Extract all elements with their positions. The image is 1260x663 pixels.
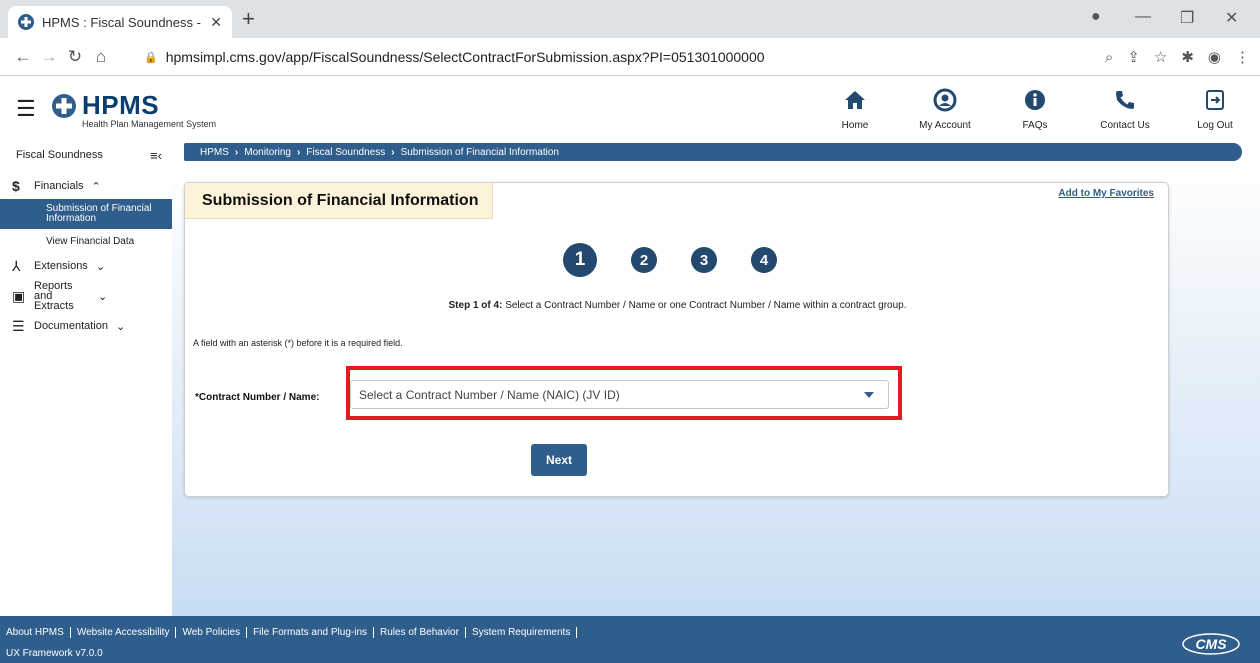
sidebar-item-financials[interactable]: $ Financials ⌃ bbox=[0, 173, 172, 199]
dropdown-caret-icon bbox=[864, 392, 874, 398]
browser-tab[interactable]: HPMS : Fiscal Soundness - Subm ✕ bbox=[8, 6, 232, 38]
step-text: Select a Contract Number / Name or one C… bbox=[502, 300, 907, 311]
list-icon: ☰ bbox=[12, 317, 25, 334]
nav-log-out[interactable]: Log Out bbox=[1170, 76, 1260, 141]
zoom-icon[interactable]: ⌕ bbox=[1105, 49, 1113, 66]
required-field-note: A field with an asterisk (*) before it i… bbox=[193, 338, 403, 348]
contract-select[interactable]: Select a Contract Number / Name (NAIC) (… bbox=[350, 380, 889, 409]
minimize-icon[interactable]: — bbox=[1135, 8, 1151, 26]
nav-my-account[interactable]: My Account bbox=[900, 76, 990, 141]
chevron-right-icon: › bbox=[296, 146, 301, 158]
step-4: 4 bbox=[751, 247, 777, 273]
footer-link-accessibility[interactable]: Website Accessibility bbox=[71, 627, 177, 638]
breadcrumb-current: Submission of Financial Information bbox=[400, 146, 559, 158]
clipboard-icon: ▣ bbox=[12, 287, 26, 304]
step-3: 3 bbox=[691, 247, 717, 273]
step-description: Step 1 of 4: Select a Contract Number / … bbox=[185, 300, 1170, 311]
address-bar: ← → ↻ ⌂ 🔒 hpmsimpl.cms.gov/app/FiscalSou… bbox=[0, 38, 1260, 76]
back-icon[interactable]: ← bbox=[10, 47, 36, 67]
framework-version: UX Framework v7.0.0 bbox=[6, 648, 103, 659]
chevron-down-icon: ⌄ bbox=[98, 290, 108, 303]
logo-subtitle: Health Plan Management System bbox=[82, 119, 217, 129]
contract-select-value: Select a Contract Number / Name (NAIC) (… bbox=[359, 387, 620, 402]
submission-panel: Submission of Financial Information Add … bbox=[184, 182, 1169, 497]
extensions-puzzle-icon[interactable]: ✱ bbox=[1181, 48, 1194, 66]
phone-icon bbox=[1116, 91, 1134, 109]
window-close-icon[interactable]: ✕ bbox=[1225, 8, 1238, 28]
cms-logo-text: CMS bbox=[1195, 636, 1227, 652]
breadcrumb-monitoring[interactable]: Monitoring bbox=[244, 147, 291, 158]
step-1: 1 bbox=[563, 243, 597, 277]
page-title: Submission of Financial Information bbox=[185, 183, 493, 219]
step-2: 2 bbox=[631, 247, 657, 273]
browser-tab-bar: HPMS : Fiscal Soundness - Subm ✕ + ● — ❐… bbox=[0, 0, 1260, 38]
sidebar-item-extensions[interactable]: ⅄ Extensions ⌄ bbox=[0, 253, 172, 279]
new-tab-icon[interactable]: + bbox=[242, 6, 255, 32]
breadcrumb-fiscal-soundness[interactable]: Fiscal Soundness bbox=[306, 147, 385, 158]
footer-link-file-formats[interactable]: File Formats and Plug-ins bbox=[247, 627, 375, 638]
share-icon[interactable]: ⇪ bbox=[1127, 48, 1140, 66]
chevron-right-icon: › bbox=[391, 146, 395, 158]
tab-title: HPMS : Fiscal Soundness - Subm bbox=[42, 14, 204, 30]
sidebar-subitem-view-data[interactable]: View Financial Data bbox=[0, 229, 172, 253]
footer: About HPMS Website Accessibility Web Pol… bbox=[0, 616, 1260, 663]
site-header: ☰ HPMS Health Plan Management System Hom… bbox=[0, 76, 1260, 141]
forward-icon[interactable]: → bbox=[36, 47, 62, 67]
hamburger-menu-icon[interactable]: ☰ bbox=[16, 96, 36, 122]
chevron-down-icon: ⌄ bbox=[116, 320, 126, 333]
profile-dot-icon[interactable]: ● bbox=[1091, 8, 1101, 26]
sidebar-item-reports[interactable]: ▣ Reports and Extracts ⌄ bbox=[0, 279, 172, 313]
chevron-right-icon: › bbox=[234, 146, 239, 158]
sidebar-item-documentation[interactable]: ☰ Documentation ⌄ bbox=[0, 313, 172, 339]
info-icon bbox=[1025, 90, 1045, 110]
add-to-favorites-link[interactable]: Add to My Favorites bbox=[1058, 188, 1154, 199]
sidebar-subitem-submission[interactable]: Submission of Financial Information bbox=[0, 199, 172, 229]
cms-logo: CMS bbox=[1182, 633, 1240, 655]
collapse-sidebar-icon[interactable]: ≡‹ bbox=[150, 148, 162, 163]
sidebar-title: Fiscal Soundness bbox=[16, 149, 103, 161]
chevron-down-icon: ⌄ bbox=[95, 260, 106, 273]
breadcrumb-hpms[interactable]: HPMS bbox=[200, 147, 229, 158]
breadcrumb: HPMS › Monitoring › Fiscal Soundness › S… bbox=[184, 143, 1242, 161]
step-prefix: Step 1 of 4: bbox=[448, 300, 503, 311]
step-indicator: 1 2 3 4 bbox=[563, 243, 777, 277]
home-browser-icon[interactable]: ⌂ bbox=[88, 47, 114, 67]
contract-field-label: *Contract Number / Name: bbox=[195, 392, 320, 403]
bookmark-star-icon[interactable]: ☆ bbox=[1154, 48, 1167, 66]
browser-menu-icon[interactable]: ⋮ bbox=[1235, 48, 1250, 66]
footer-link-about[interactable]: About HPMS bbox=[6, 627, 71, 638]
account-icon bbox=[933, 88, 957, 112]
nav-contact-us[interactable]: Contact Us bbox=[1080, 76, 1170, 141]
footer-link-rules[interactable]: Rules of Behavior bbox=[374, 627, 466, 638]
reload-icon[interactable]: ↻ bbox=[62, 47, 88, 67]
extensions-icon: ⅄ bbox=[12, 257, 21, 274]
logout-icon bbox=[1206, 90, 1224, 110]
footer-links: About HPMS Website Accessibility Web Pol… bbox=[6, 627, 578, 638]
url-field[interactable]: 🔒 hpmsimpl.cms.gov/app/FiscalSoundness/S… bbox=[144, 38, 765, 76]
hpms-favicon-icon bbox=[18, 14, 34, 30]
profile-icon[interactable]: ◉ bbox=[1208, 48, 1221, 66]
footer-link-web-policies[interactable]: Web Policies bbox=[176, 627, 248, 638]
lock-icon: 🔒 bbox=[144, 51, 158, 64]
nav-home[interactable]: Home bbox=[810, 76, 900, 141]
chevron-up-icon: ⌃ bbox=[91, 180, 101, 193]
hpms-logo[interactable]: HPMS bbox=[52, 90, 159, 121]
top-nav: Home My Account FAQs Contact Us Log Out bbox=[810, 76, 1260, 141]
logo-text: HPMS bbox=[82, 90, 160, 120]
next-button[interactable]: Next bbox=[531, 444, 587, 476]
restore-icon[interactable]: ❐ bbox=[1180, 8, 1194, 28]
tab-close-icon[interactable]: ✕ bbox=[210, 14, 222, 31]
nav-faqs[interactable]: FAQs bbox=[990, 76, 1080, 141]
sidebar: Fiscal Soundness ≡‹ $ Financials ⌃ Submi… bbox=[0, 141, 172, 616]
sidebar-header: Fiscal Soundness ≡‹ bbox=[0, 143, 172, 167]
hpms-logo-mark-icon bbox=[52, 93, 76, 118]
footer-link-system-requirements[interactable]: System Requirements bbox=[466, 627, 578, 638]
url-text: hpmsimpl.cms.gov/app/FiscalSoundness/Sel… bbox=[165, 49, 765, 65]
dollar-icon: $ bbox=[12, 178, 20, 194]
home-icon bbox=[845, 91, 865, 109]
